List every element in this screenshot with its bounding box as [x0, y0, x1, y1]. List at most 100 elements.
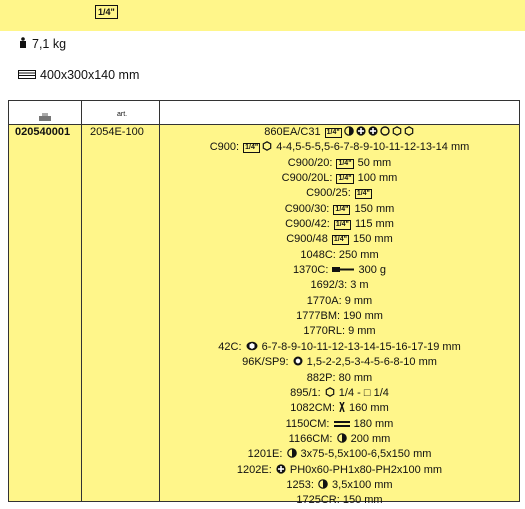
- item-text: 4-4,5-5-5,5-6-7-8-9-10-11-12-13-14 mm: [273, 141, 470, 154]
- list-item: C900/42: 1/4" 115 mm: [160, 217, 519, 232]
- article-reference: 2054E-100: [90, 126, 144, 138]
- list-item: 1370C: 300 g: [160, 263, 519, 278]
- drive-size-icon: 1/4": [333, 220, 351, 231]
- hex-icon: [392, 126, 402, 141]
- item-text: 1725CR: 150 mm: [296, 494, 383, 507]
- package-icon: [39, 108, 51, 126]
- drive-size-badge: 1/4": [95, 5, 118, 19]
- list-item: 42C: 6-7-8-9-10-11-12-13-14-15-16-17-19 …: [160, 340, 519, 355]
- article-table: art. 020540001 2054E-100 860EA/C31 1/4" C…: [8, 100, 520, 506]
- item-text: 1370C:: [292, 264, 332, 277]
- list-item: 1725CR: 150 mm: [160, 493, 519, 508]
- list-item: 1082CM: 160 mm: [160, 401, 519, 416]
- drive-size-icon: 1/4": [333, 204, 351, 215]
- list-item: 1253: 3,5x100 mm: [160, 478, 519, 493]
- item-text: 1770A: 9 mm: [306, 294, 373, 307]
- drive-size-icon: 1/4": [336, 174, 354, 185]
- item-text: 1692/3: 3 m: [310, 279, 369, 292]
- list-item: 1777BM: 190 mm: [160, 309, 519, 324]
- item-text: 1048C: 250 mm: [300, 248, 379, 261]
- list-item: 1770A: 9 mm: [160, 294, 519, 309]
- list-item: C900/25: 1/4": [160, 186, 519, 201]
- item-text: 1082CM:: [290, 402, 338, 415]
- item-text: C900/42:: [285, 218, 333, 231]
- contents-list: 860EA/C31 1/4" C900: 1/4" 4-4,5-5-5,5-6-7…: [160, 125, 519, 509]
- item-text: 1202E:: [236, 463, 275, 476]
- phillips-icon: [356, 126, 366, 141]
- item-text: 860EA/C31: [264, 126, 324, 138]
- phillips-icon: [368, 126, 378, 141]
- item-text: 1166CM:: [288, 432, 336, 445]
- drive-size-icon: 1/4": [324, 128, 342, 138]
- item-text: 96K/SP9:: [242, 356, 292, 369]
- item-text: 1150CM:: [285, 417, 333, 430]
- ring-spanner-icon: [246, 341, 258, 356]
- list-item: C900/20L: 1/4" 100 mm: [160, 171, 519, 186]
- item-text: C900/20L:: [281, 172, 336, 185]
- item-text: 1/4 - □ 1/4: [335, 386, 389, 399]
- top-banner: 1/4": [0, 0, 525, 31]
- hex-icon: [404, 126, 414, 141]
- list-item: C900/30: 1/4" 150 mm: [160, 202, 519, 217]
- list-item: 1048C: 250 mm: [160, 248, 519, 263]
- list-item: C900/20: 1/4" 50 mm: [160, 156, 519, 171]
- column-divider: [81, 101, 82, 501]
- drive-size-icon: 1/4": [336, 158, 354, 169]
- item-text: 50 mm: [354, 156, 392, 169]
- list-item: 1692/3: 3 m: [160, 278, 519, 293]
- item-text: 1777BM: 190 mm: [296, 310, 383, 323]
- drive-size-icon: 1/4": [331, 235, 349, 246]
- list-item: 895/1: 1/4 - □ 1/4: [160, 386, 519, 401]
- list-item: C900/48 1/4" 150 mm: [160, 232, 519, 247]
- item-text: 1,5-2-2,5-3-4-5-6-8-10 mm: [303, 356, 437, 369]
- phillips-icon: [276, 463, 286, 479]
- list-item: 1201E: 3x75-5,5x100-6,5x150 mm: [160, 447, 519, 462]
- weight-icon: [18, 37, 28, 51]
- slotted-screwdriver-icon: [336, 433, 347, 448]
- dimensions-row: 400x300x140 mm: [18, 68, 139, 82]
- item-text: PH0x60-PH1x80-PH2x100 mm: [286, 463, 443, 476]
- dimensions-value: 400x300x140 mm: [40, 68, 140, 82]
- drive-size-icon: 1/4": [243, 143, 261, 154]
- item-text: 1770RL: 9 mm: [303, 325, 376, 338]
- flat-pliers-icon: [333, 418, 350, 433]
- list-item: 1770RL: 9 mm: [160, 324, 519, 339]
- drive-size-icon: 1/4": [354, 189, 372, 200]
- item-text: C900:: [209, 141, 243, 154]
- table-header: art.: [9, 101, 519, 125]
- column-header-art: art.: [117, 111, 128, 118]
- list-item: 882P: 80 mm: [160, 371, 519, 386]
- item-text: 100 mm: [354, 172, 398, 185]
- slotted-screwdriver-icon: [286, 448, 297, 463]
- item-text: C900/48: [286, 233, 331, 246]
- box-dimensions-icon: [18, 68, 36, 82]
- item-text: 3,5x100 mm: [329, 478, 393, 491]
- list-item: 860EA/C31 1/4": [160, 125, 519, 140]
- round-icon: [379, 126, 390, 141]
- item-text: C900/30:: [284, 202, 333, 215]
- hex-icon: [325, 386, 335, 402]
- pliers-icon: [339, 401, 345, 417]
- weight-row: 7,1 kg: [18, 37, 66, 51]
- item-text: 1201E:: [247, 448, 286, 461]
- list-item: C900: 1/4" 4-4,5-5-5,5-6-7-8-9-10-11-12-…: [160, 140, 519, 155]
- hammer-icon: [332, 264, 355, 279]
- item-text: 150 mm: [349, 233, 393, 246]
- list-item: 96K/SP9: 1,5-2-2,5-3-4-5-6-8-10 mm: [160, 355, 519, 370]
- weight-value: 7,1 kg: [32, 37, 67, 51]
- slotted-screwdriver-icon: [343, 126, 354, 141]
- item-text: 200 mm: [347, 432, 391, 445]
- item-text: 300 g: [355, 264, 387, 277]
- item-text: 882P: 80 mm: [306, 371, 373, 384]
- item-text: 160 mm: [345, 402, 389, 415]
- list-item: 1166CM: 200 mm: [160, 432, 519, 447]
- slotted-screwdriver-icon: [318, 479, 328, 494]
- item-text: 895/1:: [290, 386, 324, 399]
- item-text: 150 mm: [351, 202, 395, 215]
- hex-key-icon: [293, 356, 303, 371]
- item-text: 180 mm: [350, 417, 394, 430]
- item-text: C900/20:: [287, 156, 336, 169]
- hex-icon: [262, 141, 272, 156]
- item-text: 42C:: [218, 340, 245, 353]
- item-text: C900/25:: [306, 187, 354, 200]
